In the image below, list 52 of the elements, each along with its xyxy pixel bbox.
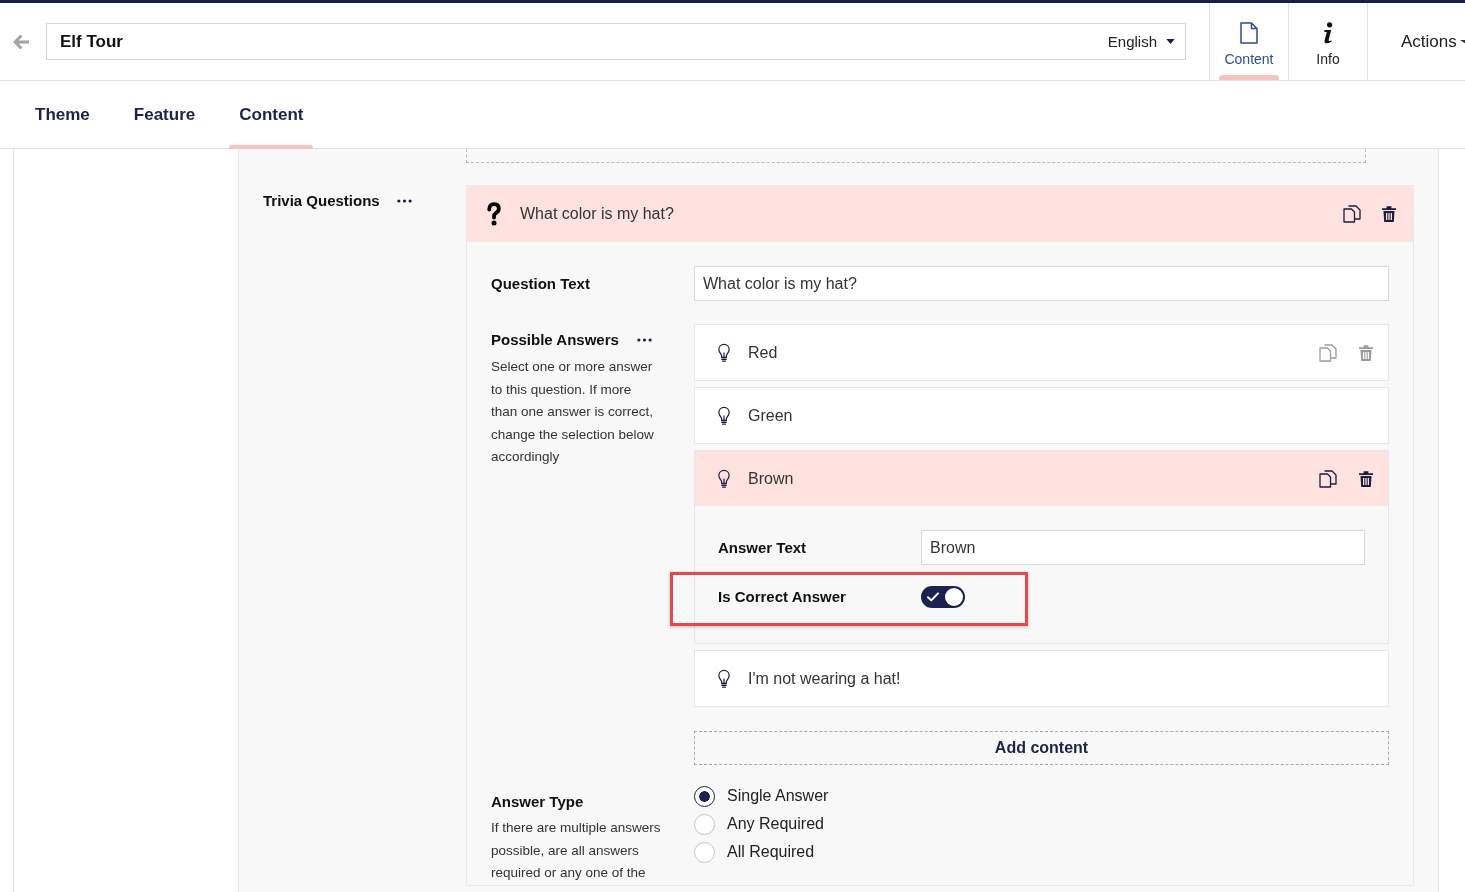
answer-text-field[interactable]: Brown bbox=[921, 530, 1365, 565]
tab[interactable]: Feature bbox=[123, 81, 206, 148]
info-icon bbox=[1322, 22, 1334, 44]
section-label: Trivia Questions bbox=[263, 192, 380, 210]
content-button[interactable]: Content bbox=[1209, 3, 1288, 80]
add-content-button[interactable]: Add content bbox=[694, 731, 1389, 765]
more-icon[interactable] bbox=[396, 199, 412, 203]
copy-icon[interactable] bbox=[1343, 205, 1361, 223]
info-button[interactable]: Info bbox=[1288, 3, 1367, 80]
answer-card[interactable]: I'm not wearing a hat! bbox=[694, 650, 1389, 707]
answer-card[interactable]: Green bbox=[694, 387, 1389, 444]
actions-button[interactable]: Actions bbox=[1367, 3, 1465, 80]
field-label: Answer Type bbox=[491, 793, 585, 811]
check-icon bbox=[927, 592, 939, 602]
caret-icon bbox=[1166, 39, 1175, 44]
question-header[interactable]: What color is my hat? bbox=[467, 186, 1413, 242]
field-label: Question Text bbox=[491, 274, 591, 293]
copy-icon[interactable] bbox=[1319, 469, 1337, 488]
radio-button[interactable] bbox=[694, 785, 715, 807]
trash-icon[interactable] bbox=[1382, 206, 1396, 222]
more-icon[interactable] bbox=[636, 338, 652, 342]
caret-icon bbox=[1459, 38, 1465, 45]
toggle-switch[interactable] bbox=[921, 586, 965, 608]
answer-text: Red bbox=[748, 343, 779, 362]
answer-text: Green bbox=[748, 406, 794, 425]
question-text-field[interactable]: What color is my hat? bbox=[694, 266, 1389, 301]
language-dropdown[interactable]: English bbox=[1097, 24, 1185, 59]
lightbulb-icon bbox=[718, 668, 730, 689]
help-text: Select one or more answer to this question. If more than one answer is correct, change the selection below accordingly bbox=[491, 358, 655, 466]
field-label: Answer Text bbox=[718, 538, 808, 557]
question-mark-icon bbox=[486, 202, 502, 226]
trash-icon[interactable] bbox=[1359, 470, 1373, 487]
option-label[interactable]: All Required bbox=[727, 843, 815, 861]
lightbulb-icon bbox=[718, 405, 730, 426]
answer-text: I'm not wearing a hat! bbox=[748, 669, 902, 688]
document-icon bbox=[1240, 22, 1258, 44]
lightbulb-icon bbox=[718, 468, 730, 489]
answer-header[interactable]: Brown bbox=[695, 451, 1388, 506]
question-title: What color is my hat? bbox=[520, 205, 675, 223]
lightbulb-icon bbox=[718, 342, 730, 363]
option-label[interactable]: Any Required bbox=[727, 815, 824, 833]
arrow-left-icon bbox=[13, 34, 29, 49]
title-field[interactable]: Elf Tour English bbox=[46, 23, 1186, 60]
answer-text: Brown bbox=[748, 469, 795, 488]
option-label[interactable]: Single Answer bbox=[727, 787, 829, 805]
tab[interactable]: Content bbox=[229, 81, 314, 148]
field-label: Is Correct Answer bbox=[718, 588, 847, 606]
answer-card[interactable]: Brown Answer Text Brown Is Correct Answer bbox=[694, 450, 1389, 644]
title-value: Elf Tour bbox=[59, 31, 124, 52]
field-label: Possible Answers bbox=[491, 331, 619, 349]
help-text: If there are multiple answers possible, are all answers required or any one of the bbox=[491, 819, 662, 882]
tab[interactable]: Theme bbox=[25, 81, 100, 148]
